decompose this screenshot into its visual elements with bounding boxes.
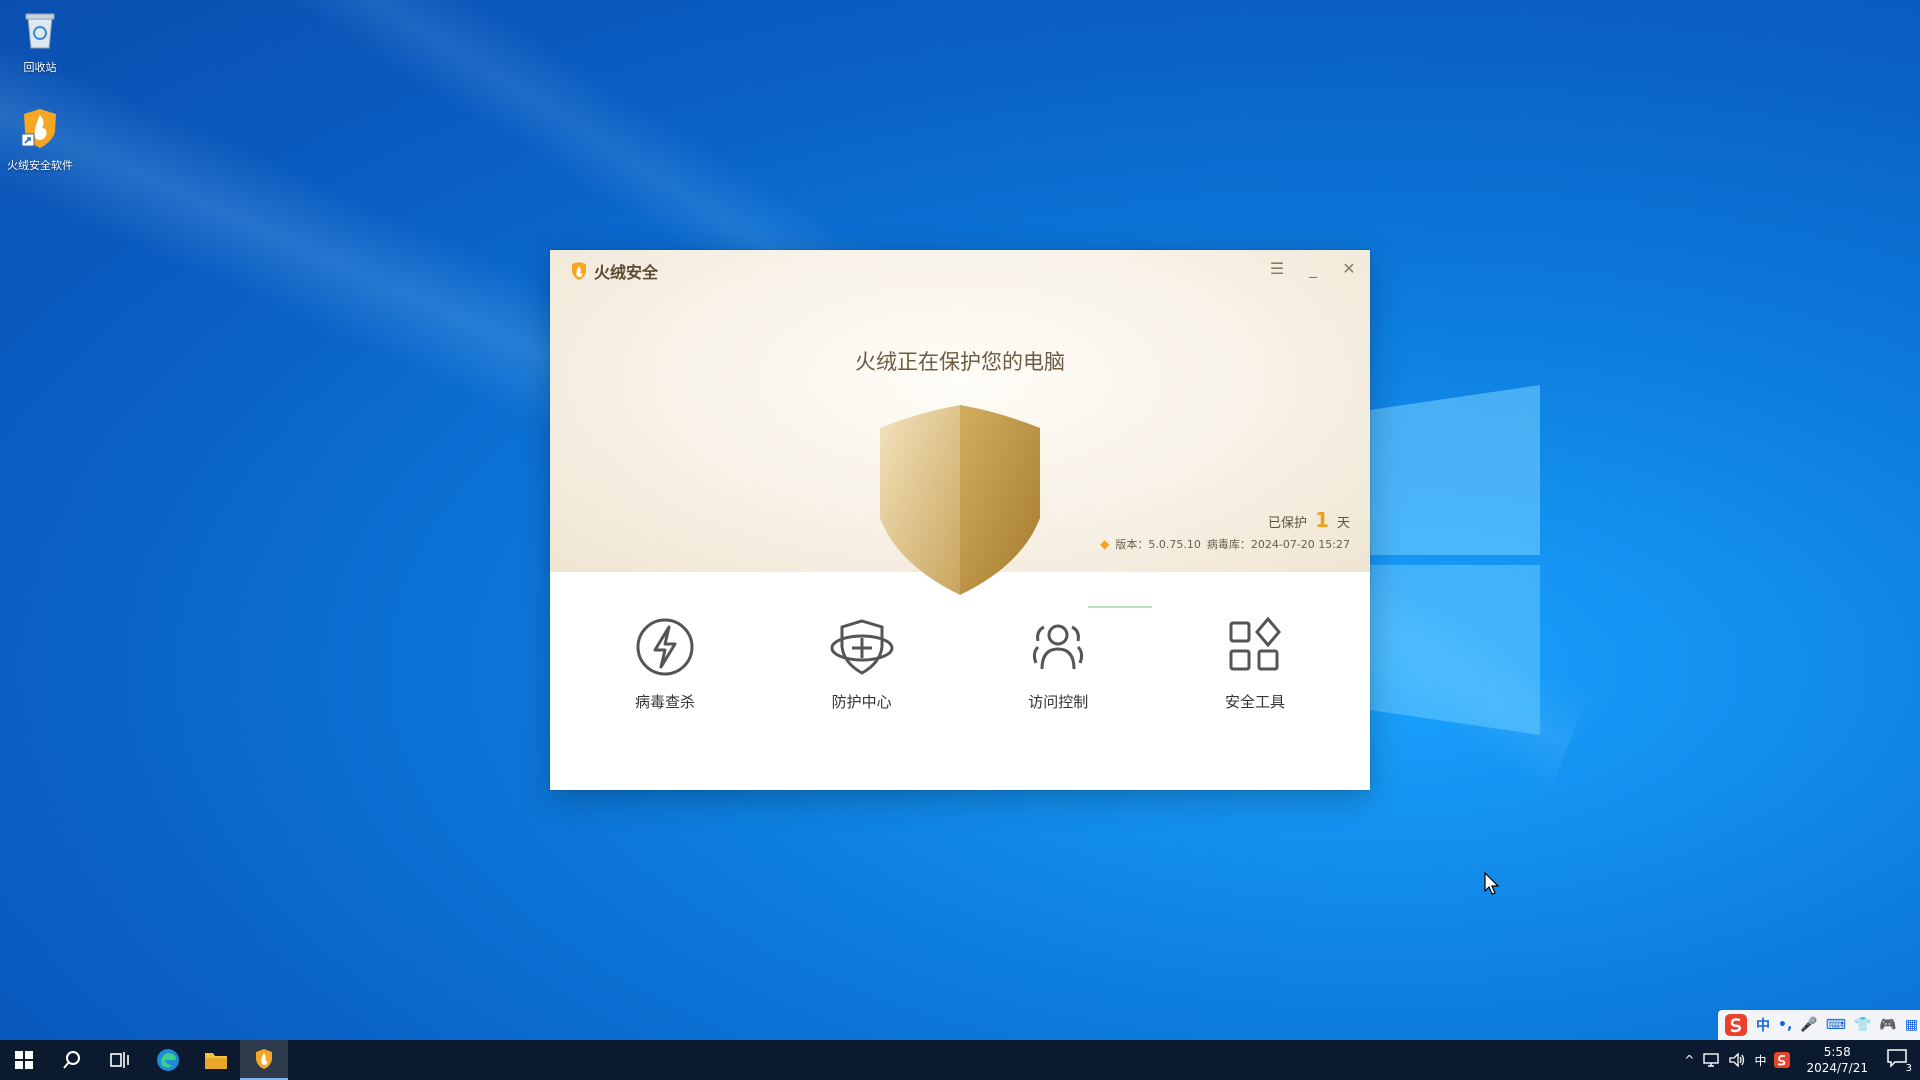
start-icon [15,1051,33,1069]
start-button[interactable] [0,1040,48,1080]
ime-game-icon[interactable]: 🎮 [1879,1017,1896,1033]
huorong-shield-icon [21,109,56,148]
feature-access-control[interactable]: 访问控制 [983,615,1133,712]
ime-voice-icon[interactable]: 🎤 [1800,1017,1817,1033]
notification-center-button[interactable]: 3 [1886,1048,1912,1074]
sogou-ime-icon[interactable] [1724,1013,1748,1037]
shield-plus-icon [830,619,894,675]
feature-label: 病毒查杀 [634,693,695,711]
windows-logo-wallpaper [1370,385,1540,735]
mouse-cursor-icon [1484,872,1500,895]
desktop-icon-label: 回收站 [23,61,57,74]
feature-security-tools[interactable]: 安全工具 [1180,615,1330,712]
virus-db-label: 病毒库：2024-07-20 15:27 [1206,538,1350,551]
recycle-bin-icon [25,13,55,49]
window-controls: ☰ _ ✕ [1270,258,1356,278]
huorong-app-window: 火绒安全 ☰ _ ✕ 火绒正在保护您的电脑 已保护 1 天 ◆ 版本：5.0.7… [550,250,1370,790]
ime-punctuation-icon[interactable]: •, [1778,1017,1792,1033]
version-info: ◆ 版本：5.0.75.10 病毒库：2024-07-20 15:27 [1100,536,1350,552]
search-button[interactable] [48,1040,96,1080]
minimize-icon[interactable]: _ [1306,258,1320,278]
menu-icon[interactable]: ☰ [1270,258,1284,278]
taskbar: ^ 中 5:58 2024/7/21 3 [0,1040,1920,1080]
feature-virus-scan[interactable]: 病毒查杀 [590,615,740,712]
protected-days: 已保护 1 天 [1268,508,1350,532]
tray-ime-indicator[interactable]: 中 [1754,1052,1766,1069]
close-icon[interactable]: ✕ [1342,258,1356,278]
clock-date: 2024/7/21 [1806,1061,1868,1075]
volume-icon[interactable] [1728,1052,1746,1068]
ime-menu-icon[interactable]: ▦ [1905,1017,1918,1033]
file-explorer-taskbar-button[interactable] [192,1040,240,1080]
protected-days-count: 1 [1315,508,1329,532]
status-headline: 火绒正在保护您的电脑 [855,350,1065,374]
feature-label: 安全工具 [1224,693,1285,711]
edge-icon [157,1049,179,1071]
lightning-icon [636,618,694,676]
users-icon [1033,624,1084,670]
edge-taskbar-button[interactable] [144,1040,192,1080]
gold-shield-icon [880,405,1040,595]
version-label: 版本：5.0.75.10 [1115,538,1201,551]
tray-chevron-icon[interactable]: ^ [1684,1053,1694,1067]
search-icon [63,1051,80,1069]
feature-bar: 病毒查杀 防护中心 访问控制 安全工具 [590,615,1330,712]
desktop-icon-recycle-bin[interactable]: 回收站 [2,8,78,75]
protected-prefix: 已保护 [1268,516,1308,531]
apps-grid-icon [1229,616,1281,671]
version-dot-icon: ◆ [1100,537,1110,551]
file-explorer-icon [205,1053,227,1069]
desktop-icon-label: 火绒安全软件 [7,159,73,172]
huorong-taskbar-button[interactable] [240,1040,288,1080]
feature-protection-center[interactable]: 防护中心 [787,615,937,712]
desktop-icon-huorong[interactable]: 火绒安全软件 [2,106,78,173]
huorong-logo-icon [572,262,586,280]
feature-label: 防护中心 [831,693,892,711]
system-tray: ^ 中 5:58 2024/7/21 3 [1684,1040,1920,1080]
notification-count-badge: 3 [1905,1063,1912,1074]
ime-keyboard-icon[interactable]: ⌨ [1826,1017,1846,1033]
app-title: 火绒安全 [570,258,658,284]
ime-skin-icon[interactable]: 👕 [1854,1017,1871,1033]
huorong-icon [256,1049,272,1069]
task-view-button[interactable] [96,1040,144,1080]
network-icon[interactable] [1702,1052,1720,1068]
clock-time: 5:58 [1823,1045,1851,1059]
ime-mode-label[interactable]: 中 [1756,1015,1770,1035]
feature-label: 访问控制 [1028,693,1089,711]
app-title-text: 火绒安全 [594,263,659,282]
sogou-tray-icon[interactable] [1774,1052,1791,1068]
task-view-icon [110,1052,129,1068]
status-indicator-line [1088,606,1152,608]
ime-toolbar: 中 •, 🎤 ⌨ 👕 🎮 ▦ [1718,1010,1920,1040]
clock[interactable]: 5:58 2024/7/21 [1806,1044,1868,1076]
protected-suffix: 天 [1336,516,1350,531]
